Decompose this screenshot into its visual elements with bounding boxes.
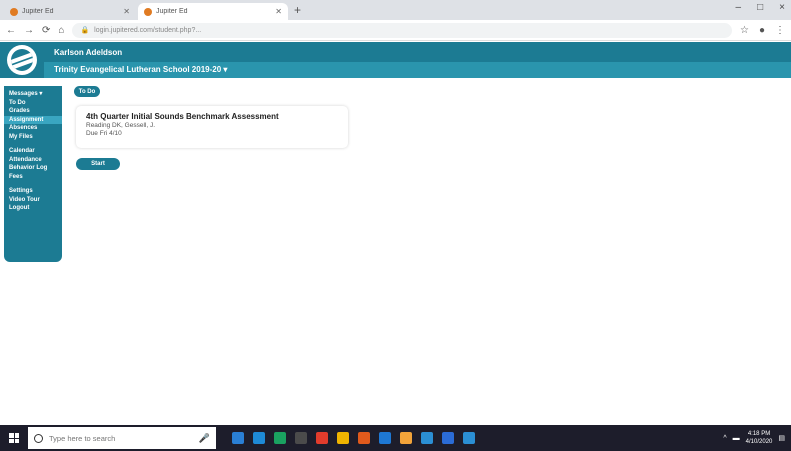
sidebar-item-calendar[interactable]: Calendar [4, 147, 62, 156]
taskbar-app-icon[interactable] [295, 432, 307, 444]
search-placeholder: Type here to search [49, 433, 116, 443]
cortana-icon [34, 433, 43, 443]
sidebar-item-absences[interactable]: Absences [4, 124, 62, 133]
taskbar-app-icon[interactable] [358, 432, 370, 444]
close-tab-icon[interactable]: ✕ [123, 7, 130, 16]
jupiter-logo-icon[interactable] [7, 45, 37, 75]
sidebar: Messages ▾ To Do Grades Assignment Absen… [4, 86, 62, 262]
clock[interactable]: 4:18 PM 4/10/2020 [746, 430, 773, 446]
windows-start-button[interactable] [0, 425, 28, 451]
menu-icon[interactable]: ⋮ [775, 25, 785, 36]
sidebar-item-grades[interactable]: Grades [4, 107, 62, 116]
microphone-icon[interactable]: 🎤 [199, 433, 210, 444]
close-tab-icon[interactable]: ✕ [275, 7, 282, 16]
home-icon[interactable]: ⌂ [58, 25, 64, 36]
taskbar-app-icon[interactable] [379, 432, 391, 444]
browser-tab-active[interactable]: Jupiter Ed ✕ [138, 3, 288, 20]
sidebar-item-messages[interactable]: Messages ▾ [4, 90, 62, 99]
taskbar-app-icon[interactable] [316, 432, 328, 444]
chevron-up-icon[interactable]: ^ [723, 435, 726, 442]
clock-time: 4:18 PM [747, 431, 771, 437]
system-tray: ^ ▬ 4:18 PM 4/10/2020 ▤ [723, 430, 791, 446]
taskbar-app-icon[interactable] [274, 432, 286, 444]
lock-icon: 🔒 [80, 27, 90, 34]
sidebar-item-logout[interactable]: Logout [4, 204, 62, 213]
windows-logo-icon [9, 433, 19, 443]
notifications-icon[interactable]: ▤ [778, 434, 785, 442]
star-icon[interactable]: ☆ [740, 25, 749, 36]
school-selector[interactable]: Trinity Evangelical Lutheran School 2019… [54, 65, 227, 74]
sidebar-item-my-files[interactable]: My Files [4, 133, 62, 142]
close-window-button[interactable]: × [779, 2, 785, 13]
profile-icon[interactable]: ● [759, 25, 765, 36]
sidebar-item-video-tour[interactable]: Video Tour [4, 196, 62, 205]
taskbar-apps [232, 432, 475, 444]
browser-tab-strip: Jupiter Ed ✕ Jupiter Ed ✕ + – □ × [0, 0, 791, 20]
taskbar-app-icon[interactable] [232, 432, 244, 444]
clock-date: 4/10/2020 [745, 439, 773, 445]
taskbar-app-icon[interactable] [253, 432, 265, 444]
windows-taskbar: Type here to search 🎤 ^ ▬ 4:18 PM 4/10/2… [0, 425, 791, 451]
sidebar-item-todo[interactable]: To Do [4, 99, 62, 108]
network-icon[interactable]: ▬ [733, 435, 740, 442]
sidebar-item-behavior-log[interactable]: Behavior Log [4, 164, 62, 173]
window-controls: – □ × [736, 2, 785, 13]
taskbar-app-icon[interactable] [337, 432, 349, 444]
tab-title: Jupiter Ed [156, 8, 188, 15]
minimize-button[interactable]: – [736, 2, 742, 13]
sidebar-item-fees[interactable]: Fees [4, 173, 62, 182]
assignment-due: Due Fri 4/10 [86, 130, 122, 137]
sidebar-item-assignment[interactable]: Assignment [4, 115, 62, 124]
url-text: login.jupitered.com/student.php?... [94, 26, 202, 34]
back-to-todo-button[interactable]: To Do [74, 86, 100, 97]
forward-arrow-icon[interactable]: → [24, 25, 34, 36]
sidebar-item-attendance[interactable]: Attendance [4, 156, 62, 165]
assignment-class: Reading DK, Gessell, J. [86, 122, 156, 129]
browser-tab[interactable]: Jupiter Ed ✕ [4, 3, 136, 20]
start-button[interactable]: Start [76, 158, 120, 170]
app-header: Karlson Adeldson Trinity Evangelical Lut… [0, 42, 791, 78]
plus-icon[interactable]: + [294, 3, 301, 17]
address-bar: ← → ⟳ ⌂ 🔒 login.jupitered.com/student.ph… [0, 20, 791, 41]
sidebar-item-settings[interactable]: Settings [4, 187, 62, 196]
favicon-icon [144, 7, 152, 16]
assignment-card: 4th Quarter Initial Sounds Benchmark Ass… [76, 106, 348, 148]
url-field[interactable]: 🔒 login.jupitered.com/student.php?... [72, 22, 732, 38]
taskbar-app-icon[interactable] [442, 432, 454, 444]
taskbar-app-icon[interactable] [400, 432, 412, 444]
tab-title: Jupiter Ed [22, 8, 54, 15]
taskbar-app-icon[interactable] [463, 432, 475, 444]
user-name: Karlson Adeldson [54, 48, 123, 57]
taskbar-app-icon[interactable] [421, 432, 433, 444]
taskbar-search-input[interactable]: Type here to search 🎤 [28, 427, 216, 449]
reload-icon[interactable]: ⟳ [42, 25, 50, 36]
assignment-title: 4th Quarter Initial Sounds Benchmark Ass… [86, 112, 279, 121]
maximize-button[interactable]: □ [757, 2, 763, 13]
favicon-icon [10, 7, 18, 16]
school-bar: Trinity Evangelical Lutheran School 2019… [44, 62, 791, 78]
back-arrow-icon[interactable]: ← [6, 25, 16, 36]
